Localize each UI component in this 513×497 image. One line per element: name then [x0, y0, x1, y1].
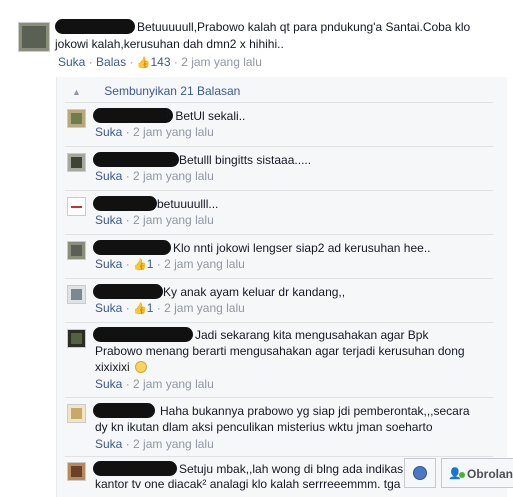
- reply-actions: Suka · 2 jam yang lalu: [95, 213, 214, 227]
- notifications-globe-button[interactable]: [404, 458, 436, 488]
- chevron-up-icon: ▲: [72, 87, 81, 97]
- redacted-username[interactable]: [55, 19, 135, 34]
- like-link[interactable]: Suka: [58, 55, 85, 69]
- reply-actions: Suka · 2 jam yang lalu: [95, 437, 214, 451]
- reply-actions: Suka · 👍1 · 2 jam yang lalu: [95, 257, 245, 271]
- reply-text: dy kn ikutan dlam aksi penculikan mister…: [95, 420, 433, 434]
- reply-actions: Suka · 2 jam yang lalu: [95, 377, 214, 391]
- main-comment-text-1: Betuuuuull,Prabowo kalah qt para pndukun…: [137, 20, 471, 34]
- redacted-username[interactable]: [93, 327, 193, 342]
- reply-text: Betulll bingitts sistaaa.....: [179, 153, 312, 167]
- reply-text: c BetUl sekali..: [166, 109, 246, 123]
- hide-replies-link[interactable]: ▲ Sembunyikan 21 Balasan: [72, 84, 240, 99]
- reply-text: betuuuulll...: [157, 197, 219, 211]
- reply-text: Prabowo menang berarti mengusahakan agar…: [95, 344, 465, 358]
- reply-actions: Suka · 2 jam yang lalu: [95, 169, 214, 183]
- online-status-icon: [459, 472, 465, 478]
- globe-icon: [413, 466, 427, 480]
- comment-time[interactable]: 2 jam yang lalu: [181, 55, 262, 69]
- reply-avatar[interactable]: [67, 153, 86, 172]
- divider: [65, 322, 493, 323]
- divider: [65, 146, 493, 147]
- reply-avatar[interactable]: [67, 329, 86, 348]
- main-comment-actions: Suka · Balas · 👍143 · 2 jam yang lalu: [58, 55, 262, 69]
- divider: [65, 456, 493, 457]
- reply-avatar[interactable]: [67, 462, 86, 481]
- chat-bar[interactable]: 👤 Obrolan: [441, 458, 513, 488]
- redacted-username[interactable]: [93, 461, 177, 476]
- reply-text: Klo nnti jokowi lengser siap2 ad kerusuh…: [173, 241, 431, 255]
- main-comment-text-2: jokowi kalah,kerusuhan dah dmn2 x hihihi…: [55, 37, 284, 51]
- redacted-username[interactable]: [93, 240, 171, 255]
- reply-avatar[interactable]: [67, 285, 86, 304]
- thumbs-up-icon[interactable]: 👍: [137, 57, 151, 69]
- divider: [65, 234, 493, 235]
- smiley-emoticon-icon: [135, 361, 148, 373]
- redacted-username[interactable]: [93, 152, 179, 167]
- reply-actions: Suka · 2 jam yang lalu: [95, 125, 214, 139]
- main-comment-avatar[interactable]: [18, 22, 50, 52]
- redacted-username[interactable]: [93, 196, 157, 211]
- redacted-username[interactable]: [93, 108, 173, 123]
- thumbs-up-icon[interactable]: 👍: [133, 303, 147, 315]
- reply-avatar[interactable]: [67, 109, 86, 128]
- reply-text: Ky anak ayam keluar dr kandang,,: [163, 285, 346, 299]
- divider: [65, 102, 493, 103]
- divider: [65, 278, 493, 279]
- reply-text: xixixixi: [95, 359, 148, 375]
- redacted-username[interactable]: [93, 284, 163, 299]
- reply-avatar[interactable]: [67, 197, 86, 216]
- divider: [65, 190, 493, 191]
- reply-actions: Suka · 👍1 · 2 jam yang lalu: [95, 301, 245, 315]
- reply-text: kantor tv one diacak² analagi klo kalah …: [95, 477, 401, 491]
- divider: [65, 397, 493, 398]
- reply-text: Haha bukannya prabowo yg siap jdi pember…: [160, 404, 470, 418]
- chat-label: Obrolan: [467, 467, 513, 481]
- reply-text: Jadi sekarang kita mengusahakan agar Bpk: [195, 328, 429, 342]
- reply-link[interactable]: Balas: [96, 55, 126, 69]
- like-count[interactable]: 143: [150, 55, 170, 69]
- reply-avatar[interactable]: [67, 404, 86, 423]
- thumbs-up-icon[interactable]: 👍: [133, 259, 147, 271]
- redacted-username[interactable]: [93, 403, 155, 418]
- reply-text: Setuju mbak,,lah wong di blng ada indika…: [179, 462, 404, 476]
- reply-avatar[interactable]: [67, 241, 86, 260]
